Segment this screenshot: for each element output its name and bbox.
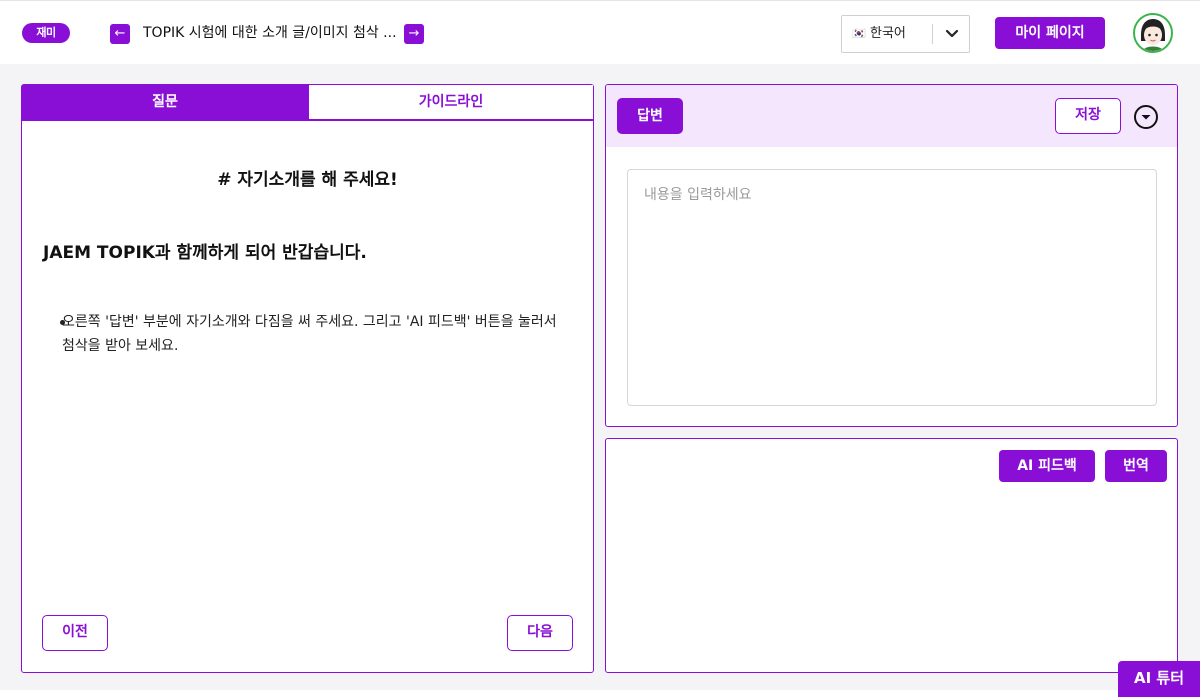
lesson-title: TOPIK 시험에 대한 소개 글/이미지 첨삭 ... (143, 25, 397, 41)
mypage-button[interactable]: 마이 페이지 (995, 17, 1105, 49)
save-button[interactable]: 저장 (1055, 98, 1121, 134)
app-logo[interactable]: 재미 (22, 23, 70, 43)
top-header: 재미 ← TOPIK 시험에 대한 소개 글/이미지 첨삭 ... → 🇰🇷 한… (0, 0, 1200, 64)
answer-panel: 답변 저장 (605, 84, 1178, 427)
bottom-bar (0, 690, 1118, 697)
korea-flag-icon: 🇰🇷 (852, 27, 866, 40)
answer-input[interactable] (627, 169, 1157, 406)
answer-tag: 답변 (617, 98, 683, 134)
feedback-panel: AI 피드백 번역 (605, 438, 1178, 673)
prev-lesson-arrow-icon[interactable]: ← (110, 24, 130, 44)
tab-question[interactable]: 질문 (22, 85, 308, 119)
chevron-down-circle-icon[interactable] (1133, 104, 1159, 130)
tab-underline (22, 119, 593, 121)
question-title: # 자기소개를 해 주세요! (217, 170, 398, 190)
chevron-down-icon[interactable] (942, 24, 962, 44)
next-lesson-arrow-icon[interactable]: → (404, 24, 424, 44)
language-divider (932, 24, 933, 44)
question-greeting: JAEM TOPIK과 함께하게 되어 반갑습니다. (43, 243, 367, 263)
ai-feedback-button[interactable]: AI 피드백 (999, 450, 1095, 482)
language-select[interactable]: 🇰🇷 한국어 (841, 15, 970, 53)
ai-tutor-button[interactable]: AI 튜터 (1118, 661, 1200, 697)
question-panel: 질문 가이드라인 # 자기소개를 해 주세요! JAEM TOPIK과 함께하게… (21, 84, 594, 673)
language-label: 한국어 (870, 26, 906, 41)
prev-button[interactable]: 이전 (42, 615, 108, 651)
translate-button[interactable]: 번역 (1105, 450, 1167, 482)
user-avatar-icon[interactable] (1133, 13, 1173, 53)
answer-panel-header: 답변 저장 (606, 85, 1177, 147)
next-button[interactable]: 다음 (507, 615, 573, 651)
tab-guideline[interactable]: 가이드라인 (308, 85, 593, 119)
question-instruction: 오른쪽 '답변' 부분에 자기소개와 다짐을 써 주세요. 그리고 'AI 피드… (62, 314, 557, 354)
